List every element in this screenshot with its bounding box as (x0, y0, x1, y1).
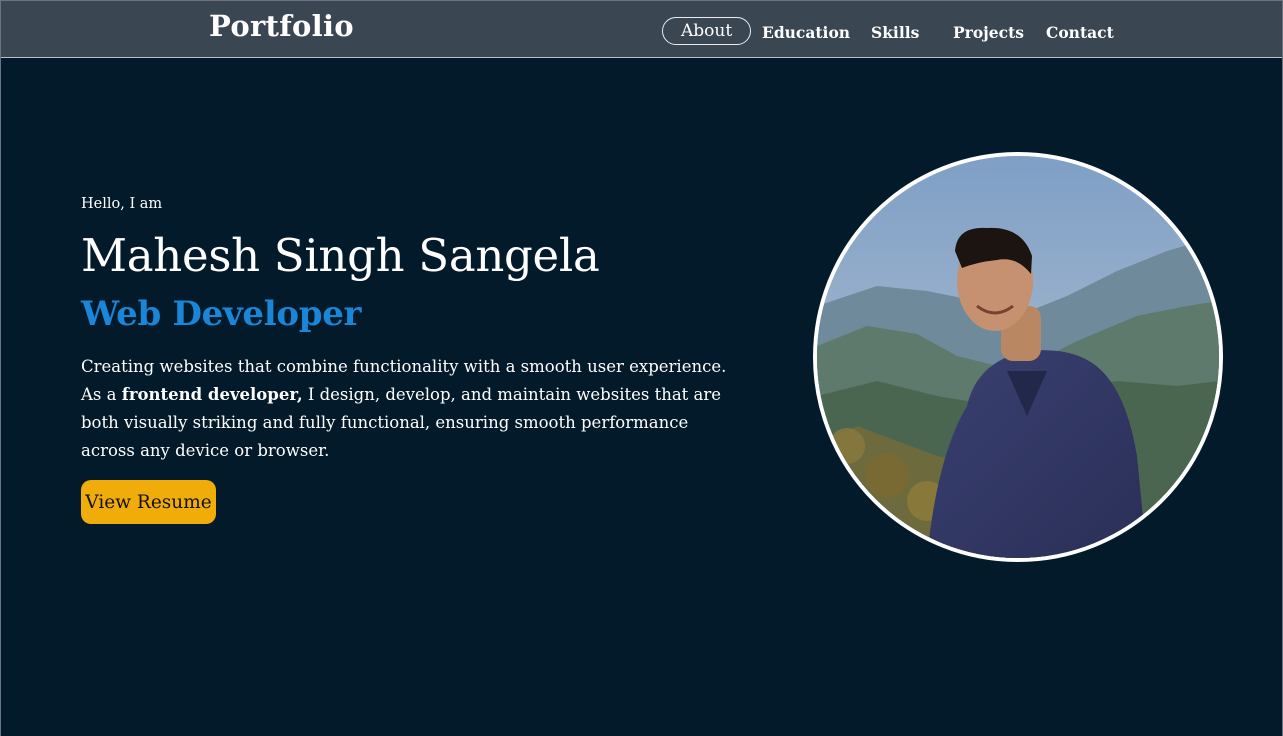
description-line-1: Creating websites that combine functiona… (81, 357, 727, 376)
greeting: Hello, I am (81, 196, 163, 212)
nav-projects[interactable]: Projects (953, 23, 1024, 42)
nav-skills[interactable]: Skills (871, 23, 919, 42)
profile-photo-illustration (817, 156, 1219, 558)
description-paragraph: As a frontend developer, I design, devel… (81, 381, 731, 465)
brand-logo[interactable]: Portfolio (209, 9, 354, 43)
description-prefix: As a (81, 385, 122, 404)
nav-education[interactable]: Education (762, 23, 850, 42)
hero-name: Mahesh Singh Sangela (81, 229, 600, 282)
description-bold: frontend developer, (121, 385, 303, 404)
nav-about[interactable]: About (662, 17, 752, 45)
profile-photo (813, 152, 1223, 562)
view-resume-button[interactable]: View Resume (81, 480, 216, 524)
hero-description: Creating websites that combine functiona… (81, 353, 731, 465)
navbar: Portfolio About Education Skills Project… (1, 1, 1282, 58)
page: Portfolio About Education Skills Project… (0, 0, 1283, 736)
nav-contact[interactable]: Contact (1046, 23, 1114, 42)
hero-role: Web Developer (81, 294, 362, 334)
